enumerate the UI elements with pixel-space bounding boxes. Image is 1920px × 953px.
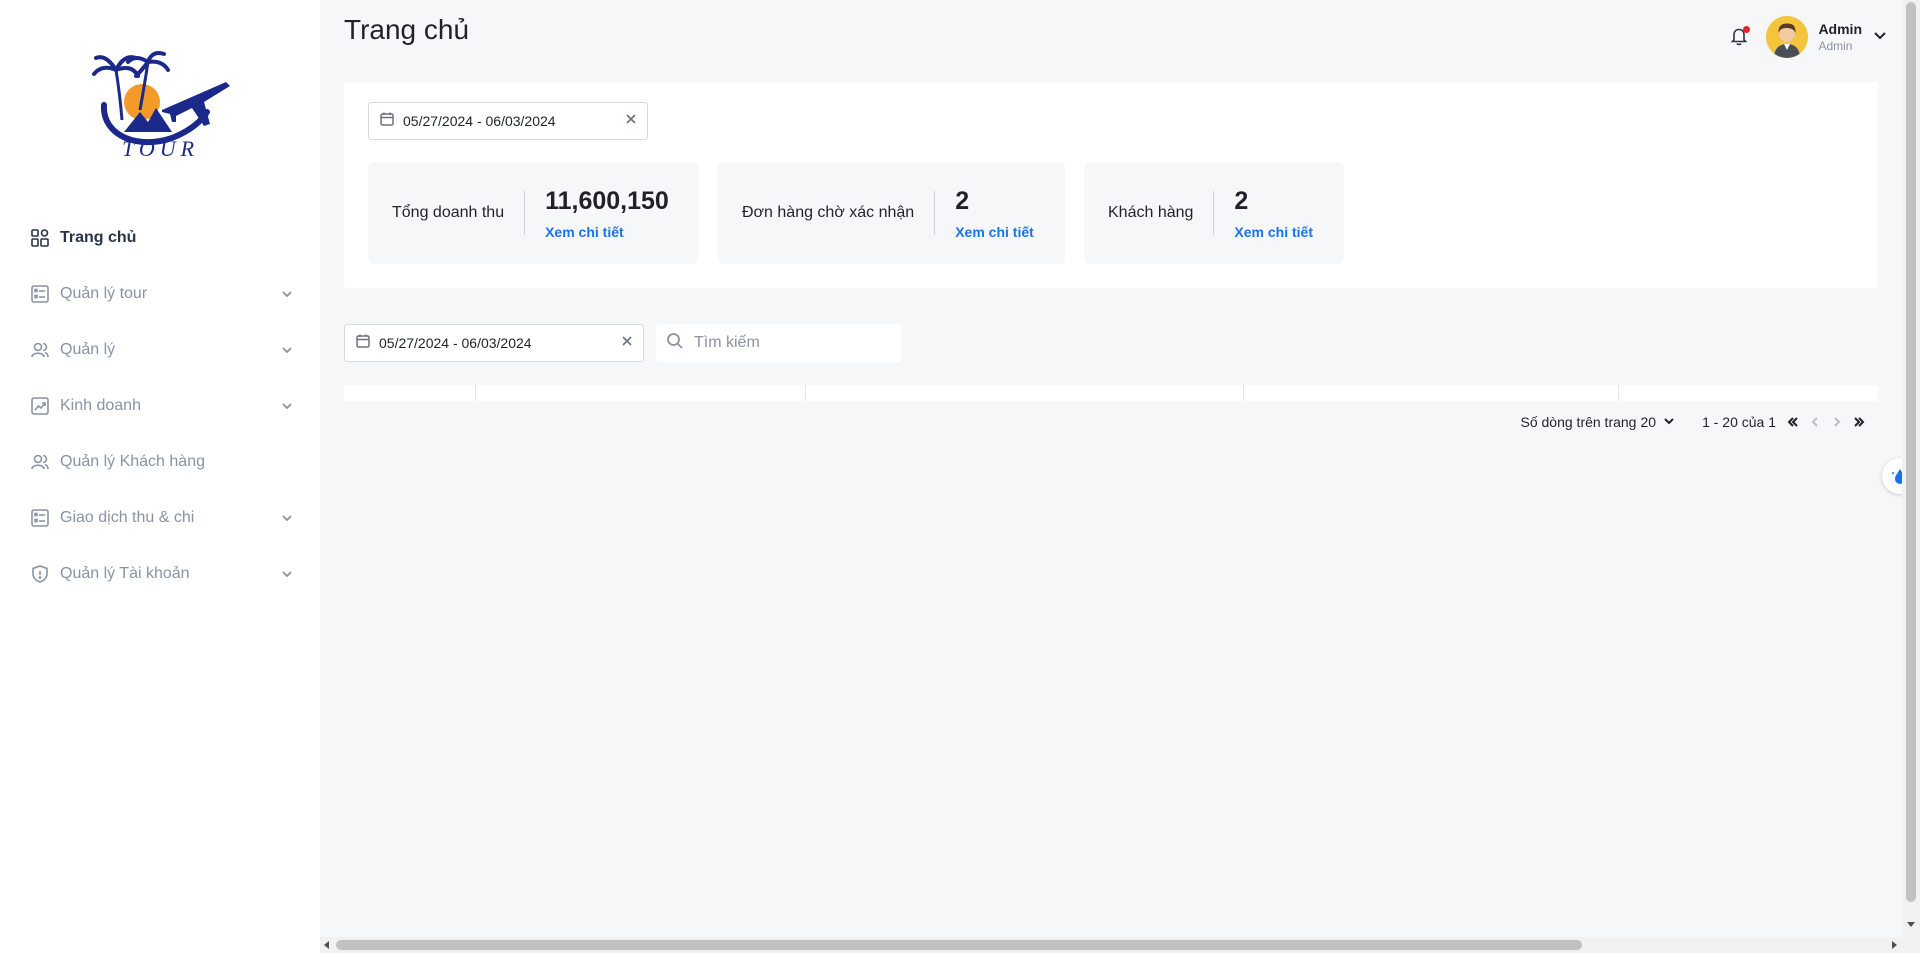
horizontal-scrollbar[interactable] <box>320 937 1920 953</box>
table-header-cell <box>476 385 806 401</box>
chevron-down-icon <box>280 287 294 301</box>
user-role: Admin <box>1818 39 1853 53</box>
rows-per-page-select[interactable]: 20 <box>1640 414 1656 430</box>
dashboard-icon <box>30 228 50 248</box>
stat-card-customers: Khách hàng 2 Xem chi tiết <box>1084 162 1344 264</box>
sidebar-nav: Trang chủ Quản lý tour Quản lý Kinh doan… <box>0 210 320 602</box>
clear-icon[interactable] <box>625 112 637 130</box>
list-icon <box>30 508 50 528</box>
sidebar-item-quan-ly-tour[interactable]: Quản lý tour <box>0 266 320 322</box>
sidebar-item-trang-chu[interactable]: Trang chủ <box>0 210 320 266</box>
sidebar-item-quan-ly-khach-hang[interactable]: Quản lý Khách hàng <box>0 434 320 490</box>
stat-label: Đơn hàng chờ xác nhận <box>742 204 915 221</box>
scrollbar-thumb[interactable] <box>1906 2 1916 902</box>
search-icon <box>666 332 684 355</box>
pagination: Số dòng trên trang 20 1 - 20 của 1 <box>344 402 1878 442</box>
previous-page-icon[interactable] <box>1804 411 1826 433</box>
table-header-cell <box>806 385 1244 401</box>
user-area: Admin Admin <box>1728 16 1888 58</box>
sidebar-item-kinh-doanh[interactable]: Kinh doanh <box>0 378 320 434</box>
chevron-down-icon[interactable] <box>1662 414 1676 431</box>
last-page-icon[interactable] <box>1848 411 1870 433</box>
table-header-cell <box>1244 385 1619 401</box>
stat-value: 2 <box>1234 186 1249 215</box>
logo-text: TOUR <box>122 136 200 161</box>
sidebar-item-giao-dich[interactable]: Giao dịch thu & chi <box>0 490 320 546</box>
sidebar-item-label: Quản lý Khách hàng <box>60 453 205 470</box>
sidebar-item-label: Quản lý Tài khoản <box>60 565 190 582</box>
sidebar-item-quan-ly-tai-khoan[interactable]: Quản lý Tài khoản <box>0 546 320 602</box>
stat-label: Tổng doanh thu <box>392 204 505 221</box>
table-date-range-picker[interactable]: 05/27/2024 - 06/03/2024 <box>344 324 644 362</box>
stats-panel: 05/27/2024 - 06/03/2024 Tổng doanh thu 1… <box>344 82 1878 288</box>
shield-icon <box>30 564 50 584</box>
stat-value: 2 <box>955 186 970 215</box>
view-details-link[interactable]: Xem chi tiết <box>955 224 1034 240</box>
table-header <box>344 385 1878 401</box>
date-range-value: 05/27/2024 - 06/03/2024 <box>379 335 532 351</box>
stat-card-revenue: Tổng doanh thu 11,600,150 Xem chi tiết <box>368 162 698 264</box>
page-range-text: 1 - 20 của 1 <box>1702 414 1776 430</box>
list-icon <box>30 284 50 304</box>
page-title: Trang chủ <box>344 14 470 45</box>
scroll-left-arrow[interactable] <box>324 941 329 949</box>
view-details-link[interactable]: Xem chi tiết <box>1234 224 1313 240</box>
table-header-cell <box>344 385 476 401</box>
stat-value: 11,600,150 <box>545 186 669 215</box>
sidebar-item-label: Quản lý tour <box>60 285 148 302</box>
sidebar-item-quan-ly[interactable]: Quản lý <box>0 322 320 378</box>
scroll-down-arrow[interactable] <box>1907 922 1915 927</box>
users-icon <box>30 340 50 360</box>
scrollbar-thumb[interactable] <box>336 940 1582 950</box>
clear-icon[interactable] <box>621 334 633 352</box>
rows-per-page-label: Số dòng trên trang <box>1520 414 1637 430</box>
chevron-down-icon <box>280 567 294 581</box>
search-input[interactable] <box>694 334 884 352</box>
vertical-scrollbar[interactable] <box>1902 0 1920 937</box>
sidebar-item-label: Kinh doanh <box>60 397 141 414</box>
stats-date-range-picker[interactable]: 05/27/2024 - 06/03/2024 <box>368 102 648 140</box>
chevron-down-icon <box>280 511 294 525</box>
stat-label: Khách hàng <box>1108 204 1194 221</box>
sidebar-item-label: Trang chủ <box>60 229 137 246</box>
scroll-right-arrow[interactable] <box>1892 941 1897 949</box>
chevron-down-icon <box>280 343 294 357</box>
user-name: Admin <box>1818 21 1862 37</box>
search-box <box>656 324 902 362</box>
calendar-icon <box>379 111 395 132</box>
calendar-icon <box>355 333 371 354</box>
notification-bell-icon[interactable] <box>1728 25 1752 49</box>
avatar[interactable] <box>1766 16 1809 58</box>
next-page-icon[interactable] <box>1826 411 1848 433</box>
sidebar: TOUR Trang chủ Quản lý tour Quản lý Kinh… <box>0 0 320 953</box>
view-details-link[interactable]: Xem chi tiết <box>545 224 669 240</box>
chart-icon <box>30 396 50 416</box>
chevron-down-icon[interactable] <box>1872 27 1888 48</box>
stat-card-pending-orders: Đơn hàng chờ xác nhận 2 Xem chi tiết <box>718 162 1065 264</box>
user-info[interactable]: Admin Admin <box>1818 21 1862 53</box>
sidebar-item-label: Quản lý <box>60 341 116 358</box>
table-header-cell <box>1619 385 1878 401</box>
sidebar-item-label: Giao dịch thu & chi <box>60 509 195 526</box>
chevron-down-icon <box>280 399 294 413</box>
main-content: Trang chủ Admin Admin 05/27/2024 - 06/03… <box>320 0 1902 937</box>
users-icon <box>30 452 50 472</box>
date-range-value: 05/27/2024 - 06/03/2024 <box>403 113 556 129</box>
first-page-icon[interactable] <box>1782 411 1804 433</box>
